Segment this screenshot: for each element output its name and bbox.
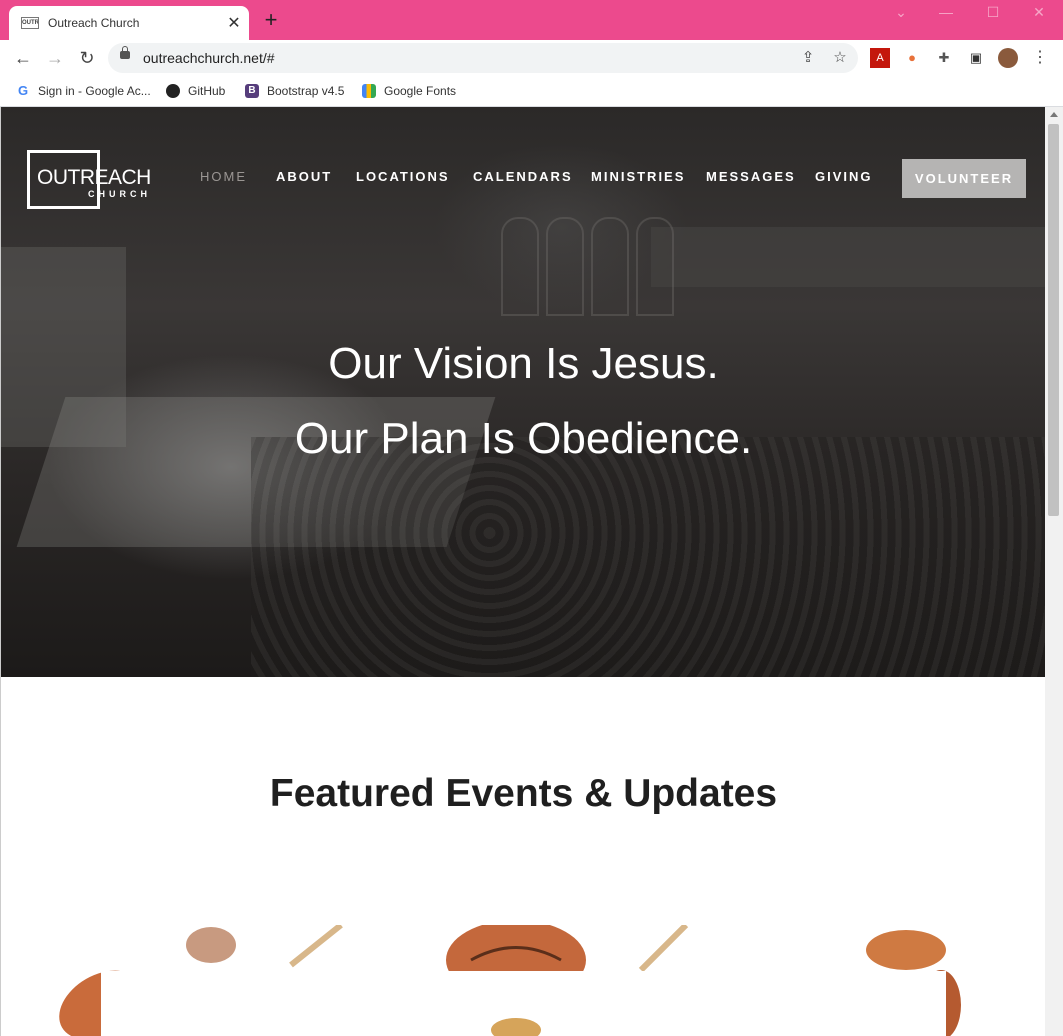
logo-subtext: CHURCH xyxy=(88,189,151,199)
side-panel-icon[interactable]: ▣ xyxy=(966,48,986,68)
nav-calendars[interactable]: CALENDARS xyxy=(473,169,573,184)
bookmark-label: Sign in - Google Ac... xyxy=(38,84,151,98)
bookmark-google[interactable]: G Sign in - Google Ac... xyxy=(16,81,151,101)
extensions-puzzle-icon[interactable]: ✚ xyxy=(934,48,954,68)
url-text[interactable]: outreachchurch.net/# xyxy=(143,50,275,66)
bookmark-label: Google Fonts xyxy=(384,84,457,98)
bookmark-label: Bootstrap v4.5 xyxy=(267,84,345,98)
back-button[interactable]: ← xyxy=(12,47,34,69)
bookmark-github[interactable]: GitHub xyxy=(166,81,225,101)
reload-button[interactable]: ↻ xyxy=(76,47,98,69)
browser-titlebar: OUTREACH Outreach Church ✕ + ⌄ — ☐ ✕ xyxy=(0,0,1063,40)
tab-title: Outreach Church xyxy=(48,16,140,30)
nav-about[interactable]: ABOUT xyxy=(276,169,332,184)
logo-text: OUTREACH xyxy=(37,166,151,189)
hero-heading-line2: Our Plan Is Obedience. xyxy=(294,414,753,463)
bookmark-bootstrap[interactable]: B Bootstrap v4.5 xyxy=(245,81,344,101)
site-logo[interactable]: OUTREACH CHURCH xyxy=(27,150,151,209)
tab-search-icon[interactable]: ⌄ xyxy=(885,2,917,22)
hero-background-detail xyxy=(651,227,1046,287)
lock-icon[interactable] xyxy=(120,46,130,59)
nav-locations[interactable]: LOCATIONS xyxy=(356,169,450,184)
web-page: OUTREACH CHURCH HOME ABOUT LOCATIONS CAL… xyxy=(0,107,1046,1036)
volunteer-button[interactable]: VOLUNTEER xyxy=(902,159,1026,198)
hero-background-detail xyxy=(546,217,584,316)
extension-icon[interactable]: ● xyxy=(902,48,922,68)
hero-section: OUTREACH CHURCH HOME ABOUT LOCATIONS CAL… xyxy=(1,107,1046,677)
scroll-up-icon[interactable] xyxy=(1050,112,1058,117)
forward-button[interactable]: → xyxy=(44,47,66,69)
profile-avatar[interactable] xyxy=(998,48,1018,68)
google-icon: G xyxy=(17,83,29,98)
scrollbar-thumb[interactable] xyxy=(1048,124,1059,516)
hero-background-detail xyxy=(591,217,629,316)
bookmark-google-fonts[interactable]: Google Fonts xyxy=(362,81,456,101)
hero-background-detail xyxy=(636,217,674,316)
address-bar[interactable]: outreachchurch.net/# ⇪ ☆ xyxy=(108,43,858,73)
autumn-leaves-illustration xyxy=(59,925,961,1036)
pdf-extension-icon[interactable]: A xyxy=(870,48,890,68)
nav-messages[interactable]: MESSAGES xyxy=(706,169,796,184)
bookmark-label: GitHub xyxy=(188,84,226,98)
share-icon[interactable]: ⇪ xyxy=(798,48,818,68)
github-icon xyxy=(166,84,180,98)
page-scrollbar[interactable] xyxy=(1045,107,1063,1036)
bookmark-star-icon[interactable]: ☆ xyxy=(830,48,850,68)
outreach-favicon-icon: OUTREACH xyxy=(21,17,39,29)
new-tab-button[interactable]: + xyxy=(260,9,282,31)
google-fonts-icon xyxy=(362,84,376,98)
bookmarks-bar: G Sign in - Google Ac... GitHub B Bootst… xyxy=(0,76,1063,107)
maximize-button[interactable]: ☐ xyxy=(977,2,1009,22)
nav-home[interactable]: HOME xyxy=(200,169,247,184)
hero-heading-line1: Our Vision Is Jesus. xyxy=(328,339,719,388)
hero-background-detail xyxy=(251,437,1046,677)
nav-giving[interactable]: GIVING xyxy=(815,169,873,184)
featured-section-title: Featured Events & Updates xyxy=(269,772,778,815)
browser-tab[interactable]: OUTREACH Outreach Church ✕ xyxy=(9,6,249,40)
browser-toolbar: ← → ↻ outreachchurch.net/# ⇪ ☆ A ● ✚ ▣ ⋮ xyxy=(0,40,1063,76)
close-window-button[interactable]: ✕ xyxy=(1023,2,1055,22)
menu-dots-icon[interactable]: ⋮ xyxy=(1030,48,1050,68)
minimize-button[interactable]: — xyxy=(930,2,962,22)
bootstrap-icon: B xyxy=(245,84,259,98)
nav-ministries[interactable]: MINISTRIES xyxy=(591,169,685,184)
close-tab-icon[interactable]: ✕ xyxy=(225,13,243,33)
hero-background-detail xyxy=(501,217,539,316)
